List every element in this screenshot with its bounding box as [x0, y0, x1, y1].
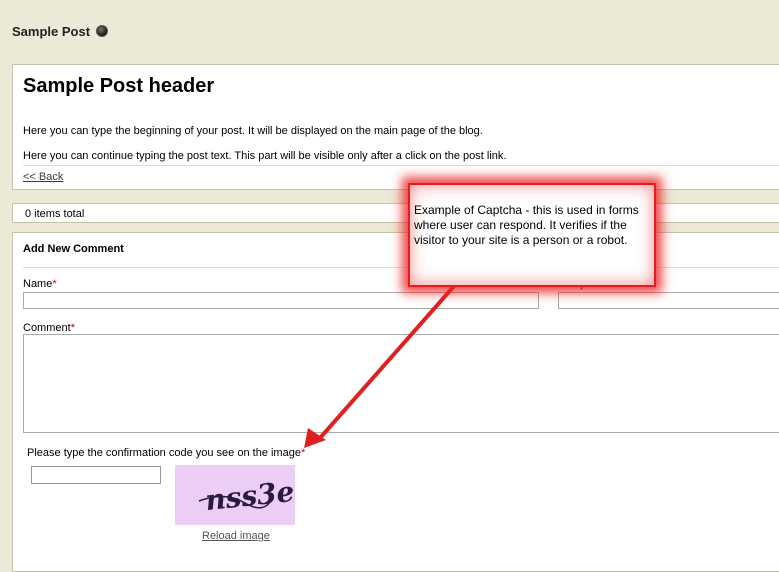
reload-image-link[interactable]: Reload image — [202, 530, 270, 542]
post-intro-text: Here you can type the beginning of your … — [23, 125, 483, 137]
post-continued-text: Here you can continue typing the post te… — [23, 150, 507, 162]
required-marker: * — [70, 322, 75, 334]
callout-box: Example of Captcha - this is used in for… — [408, 183, 656, 287]
comment-divider — [23, 267, 779, 268]
page-title-bar: Sample Post — [12, 20, 109, 42]
back-link[interactable]: << Back — [23, 171, 63, 183]
name-label-text: Name — [23, 278, 53, 290]
captcha-graphic: nss3e — [198, 475, 295, 517]
comment-form-title: Add New Comment — [23, 243, 124, 255]
items-total-bar: 0 items total — [12, 203, 779, 223]
post-header: Sample Post header — [23, 75, 215, 97]
page-title: Sample Post — [12, 23, 91, 39]
callout-text: Example of Captcha - this is used in for… — [414, 203, 639, 247]
post-panel: Sample Post header Here you can type the… — [12, 64, 779, 190]
comment-label: Comment* — [23, 322, 75, 334]
name-field[interactable] — [23, 292, 539, 309]
captcha-label-text: Please type the confirmation code you se… — [27, 447, 301, 459]
required-marker: * — [300, 447, 306, 459]
menu-dot-icon[interactable] — [96, 25, 109, 37]
comment-form-panel: Add New Comment Name* Subject Comment* P… — [12, 232, 779, 572]
required-marker: * — [52, 278, 57, 290]
subject-field[interactable] — [558, 292, 779, 309]
items-total-text: 0 items total — [25, 208, 85, 220]
comment-label-text: Comment — [23, 322, 71, 334]
name-label: Name* — [23, 278, 57, 290]
captcha-input[interactable] — [31, 466, 161, 484]
captcha-image: nss3e — [175, 465, 295, 525]
captcha-label: Please type the confirmation code you se… — [27, 447, 305, 459]
post-divider — [23, 165, 779, 166]
comment-textarea[interactable] — [23, 334, 779, 433]
